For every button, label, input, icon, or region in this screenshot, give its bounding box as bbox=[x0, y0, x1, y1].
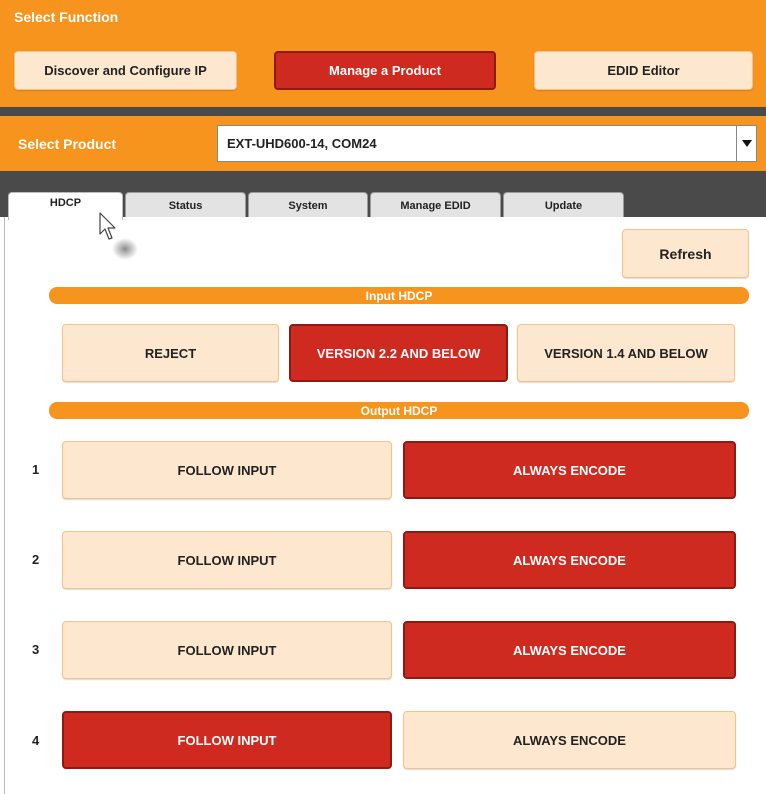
manage-product-button[interactable]: Manage a Product bbox=[274, 51, 496, 90]
output-4-follow-input-button[interactable]: FOLLOW INPUT bbox=[62, 711, 392, 769]
output-1-always-encode-button[interactable]: ALWAYS ENCODE bbox=[403, 441, 736, 499]
output-number-3: 3 bbox=[32, 642, 40, 657]
tab-update-label: Update bbox=[544, 200, 583, 212]
tab-system[interactable]: System bbox=[248, 192, 368, 219]
product-select-value: EXT-UHD600-14, COM24 bbox=[227, 136, 377, 151]
select-function-bar: Select Function Discover and Configure I… bbox=[0, 0, 766, 107]
discover-configure-ip-button[interactable]: Discover and Configure IP bbox=[14, 51, 237, 90]
select-product-bar: Select Product EXT-UHD600-14, COM24 bbox=[0, 116, 766, 171]
tab-system-label: System bbox=[288, 200, 328, 212]
tab-hdcp-label: HDCP bbox=[49, 196, 82, 209]
output-1-follow-input-button[interactable]: FOLLOW INPUT bbox=[62, 441, 392, 499]
output-number-1: 1 bbox=[32, 462, 40, 477]
tab-status[interactable]: Status bbox=[125, 192, 246, 219]
output-number-4: 4 bbox=[32, 733, 40, 748]
mouse-cursor-icon bbox=[99, 212, 119, 245]
tab-status-label: Status bbox=[168, 200, 203, 212]
output-3-always-encode-button[interactable]: ALWAYS ENCODE bbox=[403, 621, 736, 679]
input-version-2-2-button[interactable]: VERSION 2.2 AND BELOW bbox=[289, 324, 508, 382]
dropdown-arrow-icon[interactable] bbox=[736, 126, 756, 161]
input-hdcp-header: Input HDCP bbox=[49, 287, 749, 304]
select-function-title: Select Function bbox=[14, 9, 119, 25]
output-hdcp-header: Output HDCP bbox=[49, 402, 749, 419]
output-3-follow-input-button[interactable]: FOLLOW INPUT bbox=[62, 621, 392, 679]
edid-editor-button[interactable]: EDID Editor bbox=[534, 51, 753, 90]
product-select[interactable]: EXT-UHD600-14, COM24 bbox=[217, 125, 757, 162]
tab-update[interactable]: Update bbox=[503, 192, 624, 219]
output-2-follow-input-button[interactable]: FOLLOW INPUT bbox=[62, 531, 392, 589]
input-reject-button[interactable]: REJECT bbox=[62, 324, 279, 382]
select-product-label: Select Product bbox=[18, 136, 117, 152]
refresh-button[interactable]: Refresh bbox=[622, 229, 749, 278]
output-4-always-encode-button[interactable]: ALWAYS ENCODE bbox=[403, 711, 736, 769]
input-version-1-4-button[interactable]: VERSION 1.4 AND BELOW bbox=[517, 324, 735, 382]
divider-bar bbox=[0, 107, 766, 116]
tab-manage-edid-label: Manage EDID bbox=[400, 200, 471, 212]
output-number-2: 2 bbox=[32, 552, 40, 567]
output-2-always-encode-button[interactable]: ALWAYS ENCODE bbox=[403, 531, 736, 589]
tab-manage-edid[interactable]: Manage EDID bbox=[370, 192, 501, 219]
